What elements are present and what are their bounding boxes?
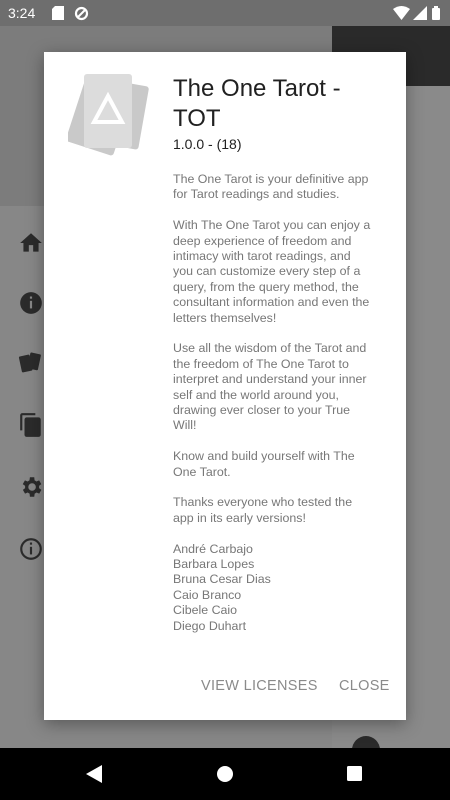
info-icon[interactable]: [18, 290, 44, 316]
contributor-name: Cibele Caio: [173, 603, 238, 618]
battery-icon: [432, 6, 440, 23]
sd-card-icon: [52, 6, 64, 23]
system-navigation-bar: [0, 748, 450, 800]
description-paragraph: Use all the wisdom of the Tarot and the …: [173, 341, 367, 433]
home-icon[interactable]: [18, 230, 44, 256]
contributor-name: Diego Duhart: [173, 618, 247, 633]
app-logo-icon: [66, 72, 154, 156]
dialog-title: The One Tarot - TOT: [173, 75, 341, 132]
app-version: 1.0.0 - (18): [173, 136, 242, 152]
description-paragraph: With The One Tarot you can enjoy a deep …: [173, 218, 371, 325]
contributor-name: Caio Branco: [173, 587, 242, 602]
description-paragraph: The One Tarot is your definitive app for…: [173, 172, 369, 202]
signal-icon: [413, 6, 427, 23]
back-icon[interactable]: [86, 765, 102, 788]
info-outline-icon[interactable]: [18, 536, 44, 562]
recents-icon[interactable]: [347, 766, 362, 786]
data-saver-icon: [74, 6, 89, 24]
contributor-name: Barbara Lopes: [173, 557, 255, 572]
thanks-paragraph: Thanks everyone who tested the app in it…: [173, 495, 353, 525]
contributor-name: André Carbajo: [173, 541, 253, 556]
wifi-icon: [393, 6, 410, 23]
description-paragraph: Know and build yourself with The One Tar…: [173, 449, 355, 479]
contributors-list: André Carbajo Barbara Lopes Bruna Cesar …: [173, 542, 373, 634]
view-licenses-button[interactable]: VIEW LICENSES: [201, 668, 318, 704]
contributor-name: Bruna Cesar Dias: [173, 572, 271, 587]
cards-icon[interactable]: [18, 350, 44, 376]
copy-icon[interactable]: [18, 412, 44, 438]
settings-icon[interactable]: [18, 474, 44, 500]
status-bar: 3:24: [0, 0, 450, 26]
about-dialog: The One Tarot - TOT 1.0.0 - (18) The One…: [44, 52, 406, 720]
dialog-body[interactable]: The One Tarot is your definitive app for…: [173, 172, 373, 652]
dialog-actions: VIEW LICENSES CLOSE: [44, 668, 406, 704]
close-button[interactable]: CLOSE: [339, 668, 390, 704]
home-button-icon[interactable]: [217, 766, 233, 787]
status-time: 3:24: [8, 5, 36, 21]
